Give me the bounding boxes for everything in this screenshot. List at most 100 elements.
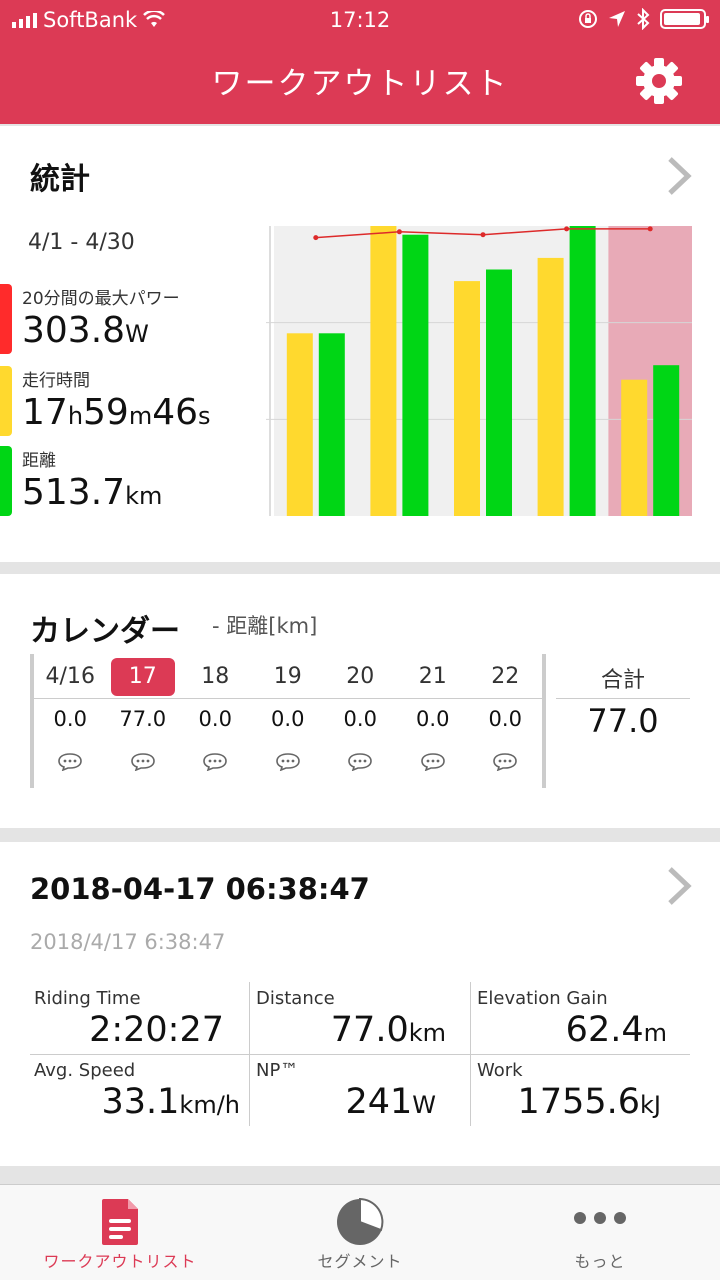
- calendar-day-label: 18: [201, 664, 230, 689]
- metric-color-bar: [0, 366, 12, 436]
- gear-icon[interactable]: [634, 56, 684, 106]
- tab-label: セグメント: [317, 1252, 403, 1271]
- calendar-day[interactable]: 4/16 0.0: [34, 658, 107, 782]
- metric-label: 走行時間: [22, 371, 90, 391]
- more-icon: [574, 1212, 626, 1224]
- comment-icon[interactable]: [130, 753, 155, 771]
- comment-icon[interactable]: [420, 753, 445, 771]
- tab-workout-list[interactable]: ワークアウトリスト: [0, 1185, 240, 1280]
- chart-bar: [454, 281, 480, 516]
- chart-bar: [537, 257, 564, 516]
- calendar-day[interactable]: 22 0.0: [469, 658, 542, 782]
- calendar-week: 4/16 0.0 17 77.0 18 0.0 19 0.0 20 0.0 21 0.0 22 0.0: [34, 658, 542, 782]
- chevron-right-icon[interactable]: [666, 156, 692, 196]
- rotation-lock-icon: [579, 10, 597, 28]
- stat-avg-speed: Avg. Speed 33.1km/h: [34, 1060, 254, 1132]
- metric-value: 17h59m46s: [22, 392, 211, 433]
- tab-label: もっと: [574, 1252, 626, 1271]
- calendar-card: カレンダー - 距離[km] 4/16 0.0 17 77.0 18 0.0 19 0.0 20…: [0, 574, 720, 828]
- comment-icon[interactable]: [203, 753, 228, 771]
- stat-value: 77.0km: [330, 1010, 446, 1050]
- calendar-day[interactable]: 21 0.0: [397, 658, 470, 782]
- calendar-day[interactable]: 20 0.0: [324, 658, 397, 782]
- chart-bar: [486, 269, 512, 516]
- calendar-right-border: [542, 654, 546, 788]
- metric-label: 20分間の最大パワー: [22, 289, 180, 309]
- stats-card[interactable]: 統計 4/1 - 4/30 20分間の最大パワー 303.8W 走行時間 17h…: [0, 126, 720, 562]
- bluetooth-icon: [637, 8, 650, 30]
- workout-subtitle: 2018/4/17 6:38:47: [30, 930, 226, 954]
- total-label: 合計: [600, 668, 645, 693]
- calendar-day[interactable]: 17 77.0: [107, 658, 180, 782]
- stat-label: Elevation Gain: [477, 988, 608, 1009]
- calendar-day[interactable]: 18 0.0: [179, 658, 252, 782]
- stat-label: Riding Time: [34, 988, 141, 1009]
- stat-work: Work 1755.6kJ: [477, 1060, 697, 1132]
- tab-more[interactable]: もっと: [480, 1185, 720, 1280]
- chart-bar: [286, 333, 313, 516]
- stat-label: Work: [477, 1060, 523, 1081]
- battery-icon: [660, 9, 709, 29]
- stat-value: 241W: [345, 1082, 436, 1122]
- total-divider: [556, 698, 690, 699]
- calendar-day-label: 4/16: [45, 664, 95, 689]
- calendar-day-value: 0.0: [416, 707, 450, 731]
- metric-value: 303.8W: [22, 310, 149, 351]
- chart-bar: [318, 333, 345, 516]
- stat-elevation-gain: Elevation Gain 62.4m: [477, 988, 697, 1060]
- workout-card[interactable]: 2018-04-17 06:38:47 2018/4/17 6:38:47 Ri…: [0, 842, 720, 1166]
- chart-bar: [653, 365, 680, 516]
- tab-bar: ワークアウトリスト セグメント もっと: [0, 1184, 720, 1280]
- calendar-day-value: 0.0: [198, 707, 232, 731]
- location-icon: [609, 11, 625, 27]
- chart-line-point: [564, 226, 570, 232]
- workout-title: 2018-04-17 06:38:47: [30, 872, 370, 906]
- tab-label: ワークアウトリスト: [43, 1252, 197, 1271]
- stat-label: Distance: [256, 988, 335, 1009]
- chart-bar: [621, 379, 648, 516]
- stat-value: 2:20:27: [89, 1010, 224, 1050]
- chart-highlight-band: [608, 226, 692, 516]
- chart-bar: [569, 226, 596, 516]
- calendar-day-label: 20: [346, 664, 375, 689]
- comment-icon[interactable]: [348, 753, 373, 771]
- stat-label: Avg. Speed: [34, 1060, 136, 1081]
- stat-np: NP™ 241W: [256, 1060, 476, 1132]
- metric-label: 距離: [22, 451, 56, 471]
- metric-value: 513.7km: [22, 472, 163, 513]
- comment-icon[interactable]: [275, 753, 300, 771]
- document-icon: [102, 1199, 138, 1245]
- calendar-title: カレンダー: [30, 614, 180, 649]
- calendar-day-value: 0.0: [343, 707, 377, 731]
- metric-color-bar: [0, 446, 12, 516]
- status-bar: SoftBank 17:12: [0, 0, 720, 40]
- calendar-day-label: 17: [110, 658, 175, 696]
- comment-icon[interactable]: [493, 753, 518, 771]
- stat-value: 33.1km/h: [101, 1082, 240, 1122]
- stats-bar-chart[interactable]: [266, 218, 696, 524]
- calendar-day-label: 22: [491, 664, 520, 689]
- total-value: 77.0: [587, 702, 659, 740]
- calendar-day-value: 77.0: [119, 707, 167, 731]
- comment-icon[interactable]: [58, 753, 83, 771]
- calendar-day-value: 0.0: [271, 707, 305, 731]
- stats-title: 統計: [30, 162, 90, 197]
- stat-value: 1755.6kJ: [517, 1082, 661, 1122]
- chart-line-point: [480, 232, 486, 238]
- chart-line-point: [647, 226, 653, 232]
- chart-line-point: [396, 229, 402, 235]
- chart-bar: [402, 234, 429, 516]
- pie-chart-icon: [337, 1197, 384, 1245]
- page-title: ワークアウトリスト: [211, 66, 509, 102]
- calendar-day-label: 19: [273, 664, 302, 689]
- chart-line-point: [313, 235, 319, 241]
- chart-bar: [370, 226, 397, 516]
- calendar-day-label: 21: [418, 664, 447, 689]
- tab-segments[interactable]: セグメント: [240, 1185, 480, 1280]
- metric-color-bar: [0, 284, 12, 354]
- chevron-right-icon[interactable]: [666, 866, 692, 906]
- date-range: 4/1 - 4/30: [28, 230, 135, 255]
- calendar-day[interactable]: 19 0.0: [252, 658, 325, 782]
- stat-riding-time: Riding Time 2:20:27: [34, 988, 254, 1060]
- stat-value: 62.4m: [565, 1010, 667, 1050]
